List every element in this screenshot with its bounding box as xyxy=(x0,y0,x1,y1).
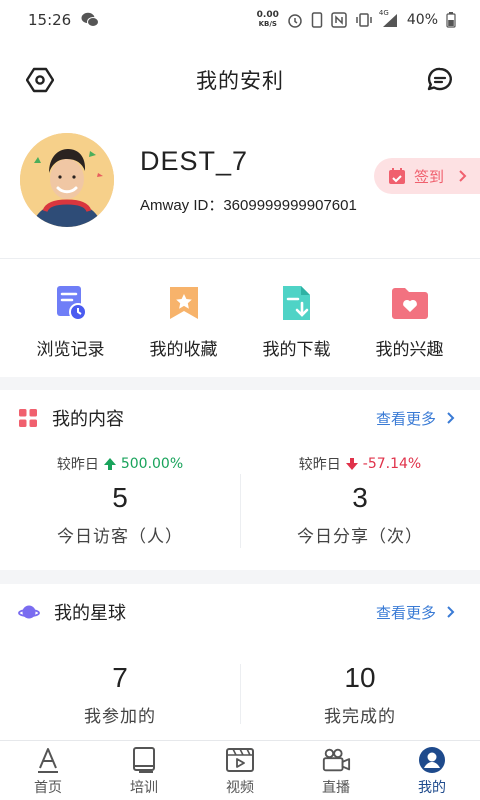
stat-label: 今日分享（次） xyxy=(297,527,423,547)
vibrate-icon xyxy=(355,12,373,28)
amway-id-value: 3609999999907601 xyxy=(223,197,357,214)
shortcut-label: 我的兴趣 xyxy=(375,340,444,360)
amway-id: Amway ID：3609999999907601 xyxy=(140,194,357,215)
view-more-link[interactable]: 查看更多 xyxy=(376,408,456,429)
shortcut-favorites[interactable]: 我的收藏 xyxy=(134,259,234,377)
completed-stat[interactable]: 10 我完成的 xyxy=(240,654,480,727)
calendar-check-icon xyxy=(389,168,405,184)
tab-video[interactable]: 视频 xyxy=(192,741,288,800)
bookmark-star-icon xyxy=(164,283,204,323)
card-header: 我的星球 查看更多 xyxy=(0,584,480,640)
message-icon xyxy=(427,67,452,91)
tab-home[interactable]: 首页 xyxy=(0,741,96,800)
nfc-icon xyxy=(331,12,347,28)
checkin-label: 签到 xyxy=(414,167,445,186)
view-more-label: 查看更多 xyxy=(375,409,436,428)
card-title: 我的星球 xyxy=(54,603,126,624)
wechat-icon xyxy=(81,12,100,28)
change-value: 500.00% xyxy=(120,456,184,472)
shortcut-label: 我的收藏 xyxy=(149,340,218,360)
battery-icon xyxy=(446,12,456,28)
book-icon xyxy=(129,745,159,775)
shortcut-label: 我的下载 xyxy=(262,340,331,360)
stat-value: 3 xyxy=(352,482,368,513)
shortcut-history[interactable]: 浏览记录 xyxy=(21,259,121,377)
tab-label: 首页 xyxy=(34,780,62,796)
settings-button[interactable] xyxy=(24,64,56,96)
joined-stat[interactable]: 7 我参加的 xyxy=(0,654,240,727)
phone-icon xyxy=(311,12,323,28)
tab-label: 直播 xyxy=(322,780,350,796)
stat-value: 5 xyxy=(112,482,128,513)
planet-icon xyxy=(18,605,40,619)
video-icon xyxy=(225,745,255,775)
tab-mine[interactable]: 我的 xyxy=(384,741,480,800)
shortcut-interests[interactable]: 我的兴趣 xyxy=(360,259,460,377)
visitors-stat[interactable]: 较昨日 500.00% 5 今日访客（人） xyxy=(0,454,240,547)
amway-id-label: Amway ID： xyxy=(140,197,224,214)
tab-label: 视频 xyxy=(226,780,254,796)
username: DEST_7 xyxy=(140,146,249,176)
my-content-card: 我的内容 查看更多 较昨日 500.00% 5 今日访客（人） 较昨日 -57.… xyxy=(0,390,480,570)
net-speed-unit: KB/S xyxy=(258,20,277,28)
live-camera-icon xyxy=(321,745,351,775)
status-bar: 15:26 0.00 KB/S 4G 40% xyxy=(0,0,480,40)
view-more-link[interactable]: 查看更多 xyxy=(376,602,456,623)
arrow-up-icon xyxy=(103,458,116,470)
stat-compare: 较昨日 500.00% xyxy=(0,454,240,474)
heart-folder-icon xyxy=(390,283,430,323)
chevron-right-icon xyxy=(459,170,467,182)
settings-icon xyxy=(26,67,54,93)
checkin-button[interactable]: 签到 xyxy=(374,158,480,194)
profile-icon xyxy=(417,745,447,775)
shortcut-grid: 浏览记录 我的收藏 我的下载 我的兴趣 xyxy=(0,259,480,377)
tab-label: 培训 xyxy=(130,780,158,796)
page-title: 我的安利 xyxy=(196,69,284,93)
tab-label: 我的 xyxy=(418,780,446,796)
stat-compare: 较昨日 -57.14% xyxy=(240,454,480,474)
change-value: -57.14% xyxy=(362,456,422,472)
shares-stat[interactable]: 较昨日 -57.14% 3 今日分享（次） xyxy=(240,454,480,547)
stat-label: 我完成的 xyxy=(324,707,396,727)
stat-label: 我参加的 xyxy=(84,707,156,727)
bottom-tab-bar: 首页 培训 视频 直播 我的 xyxy=(0,740,480,800)
tab-live[interactable]: 直播 xyxy=(288,741,384,800)
chevron-right-icon xyxy=(447,412,455,424)
stat-value: 7 xyxy=(112,662,128,693)
grid-icon xyxy=(19,409,37,427)
avatar[interactable] xyxy=(20,133,114,227)
chevron-right-icon xyxy=(447,606,455,618)
status-time: 15:26 xyxy=(28,11,72,29)
net-speed: 0.00 KB/S xyxy=(257,11,279,29)
card-header: 我的内容 查看更多 xyxy=(0,390,480,446)
stat-label: 今日访客（人） xyxy=(57,527,183,547)
compare-label: 较昨日 xyxy=(298,457,341,473)
arrow-down-icon xyxy=(345,458,358,470)
network-type: 4G xyxy=(378,9,389,17)
home-a-icon xyxy=(33,745,63,775)
compare-label: 较昨日 xyxy=(56,457,99,473)
my-planet-card: 我的星球 查看更多 7 我参加的 10 我完成的 xyxy=(0,584,480,740)
net-speed-value: 0.00 xyxy=(256,10,279,20)
history-icon xyxy=(51,283,91,323)
profile-section: DEST_7 Amway ID：3609999999907601 签到 xyxy=(0,120,480,258)
app-header: 我的安利 xyxy=(0,40,480,120)
card-title: 我的内容 xyxy=(52,409,124,430)
tab-training[interactable]: 培训 xyxy=(96,741,192,800)
view-more-label: 查看更多 xyxy=(375,603,436,622)
stat-value: 10 xyxy=(344,662,376,693)
shortcut-label: 浏览记录 xyxy=(36,340,105,360)
alarm-icon xyxy=(287,12,303,28)
signal-icon: 4G xyxy=(378,9,399,28)
message-button[interactable] xyxy=(424,64,456,96)
battery-level: 40% xyxy=(406,12,438,28)
shortcut-downloads[interactable]: 我的下载 xyxy=(247,259,347,377)
file-download-icon xyxy=(277,283,317,323)
